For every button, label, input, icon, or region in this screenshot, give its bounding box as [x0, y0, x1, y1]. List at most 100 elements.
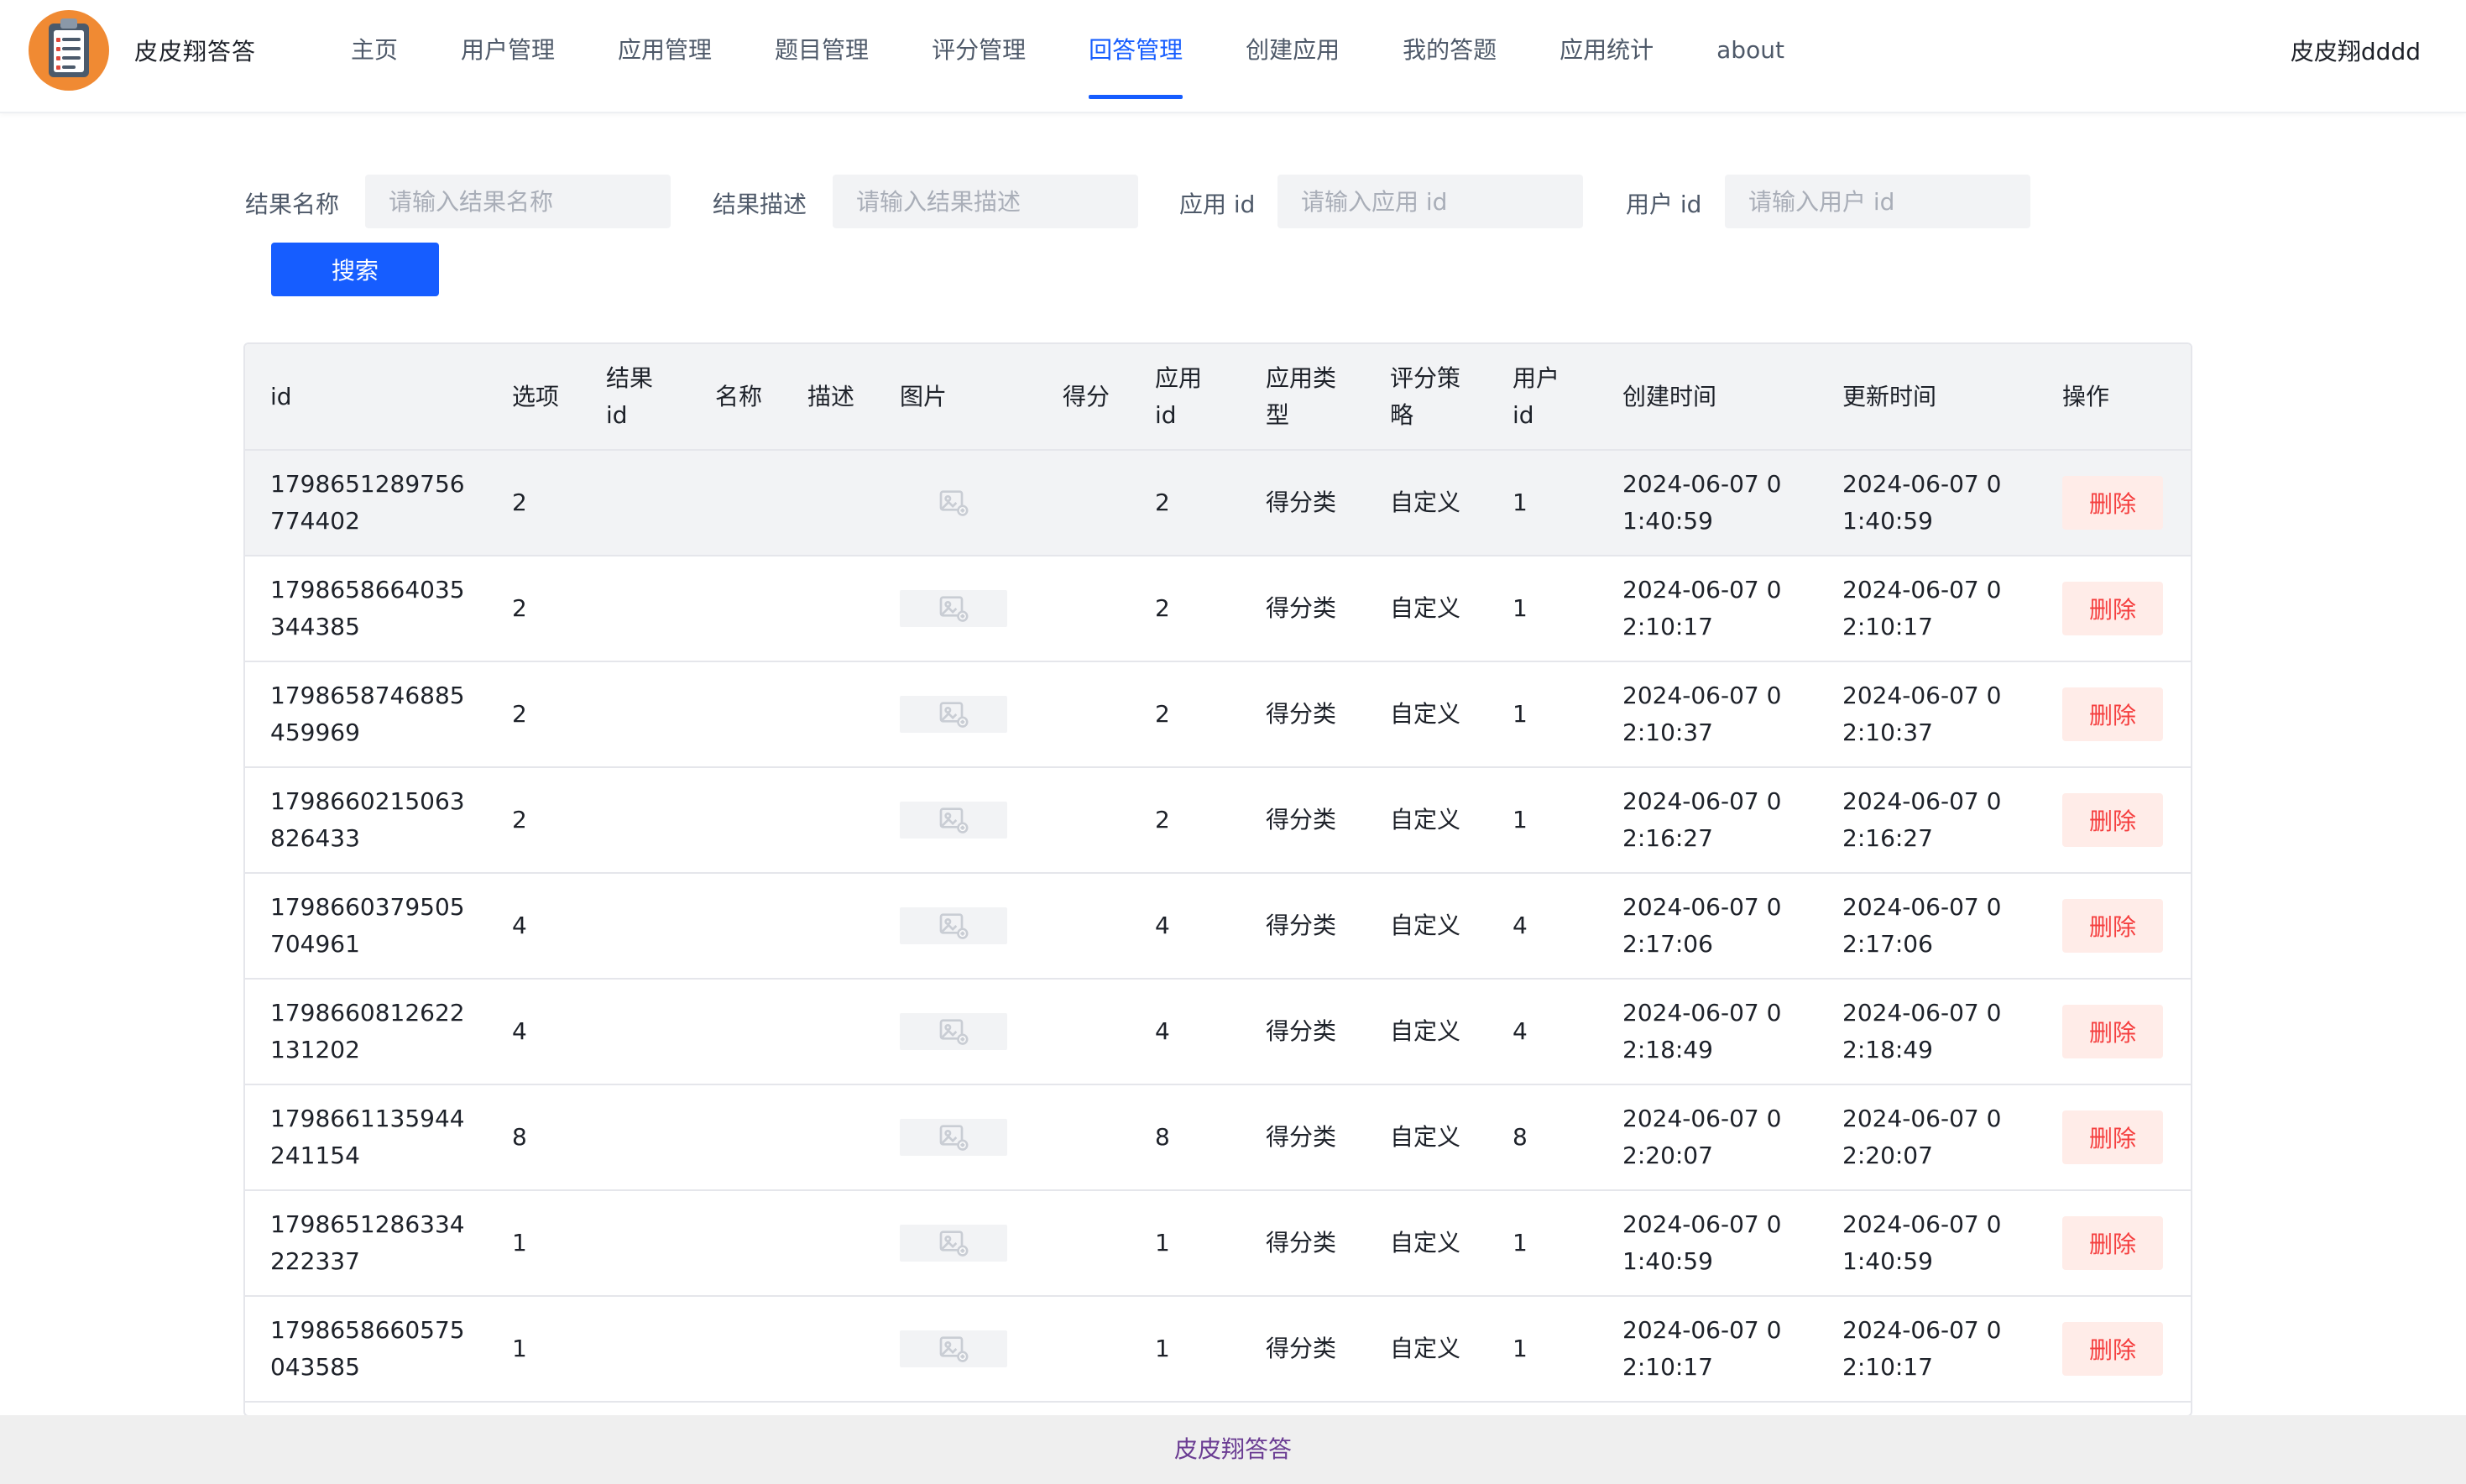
delete-button[interactable]: 删除: [2062, 899, 2163, 953]
top-header: 皮皮翔答答 主页 用户管理 应用管理 题目管理 评分管理 回答管理 创建应用 我的答题 应用统计…: [0, 0, 2466, 113]
cell-choice: 2: [487, 450, 581, 556]
nav-item-9[interactable]: about: [1701, 0, 1800, 101]
nav-item-2[interactable]: 应用管理: [603, 0, 727, 101]
cell-image: [875, 1296, 1037, 1403]
nav-item-5[interactable]: 回答管理: [1074, 0, 1198, 101]
cell-updated: 2024-06-07 01:40:59: [1817, 450, 2037, 556]
cell-created: 2024-06-07 01:40:59: [1597, 1190, 1817, 1297]
cell-result-id: [581, 1296, 690, 1403]
cell-actions: 删除: [2037, 556, 2191, 662]
cell-app-id: 1: [1130, 1296, 1241, 1403]
cell-score: [1037, 1084, 1130, 1191]
nav-item-0[interactable]: 主页: [336, 0, 413, 101]
cell-image: [875, 873, 1037, 980]
search-label-1: 结果描述: [713, 191, 807, 218]
cell-user-id: 4: [1487, 979, 1597, 1085]
cell-app-type: 得分类: [1241, 1084, 1365, 1191]
cell-created: 2024-06-07 02:20:07: [1597, 1084, 1817, 1191]
delete-button[interactable]: 删除: [2062, 1322, 2163, 1376]
column-header: 应用 id: [1130, 344, 1241, 451]
cell-updated: 2024-06-07 02:10:17: [1817, 556, 2037, 662]
app-logo-icon[interactable]: [29, 10, 109, 91]
nav-item-8[interactable]: 应用统计: [1544, 0, 1669, 101]
column-header: 应用类型: [1241, 344, 1365, 451]
cell-actions: 删除: [2037, 1296, 2191, 1403]
cell-score: [1037, 767, 1130, 874]
column-header: 描述: [782, 344, 875, 451]
delete-button[interactable]: 删除: [2062, 476, 2163, 530]
delete-button[interactable]: 删除: [2062, 687, 2163, 741]
cell-image: [875, 1084, 1037, 1191]
table-row: 1798658746885459969 2 2 得分类 自定义 1 2024-06-07 0…: [245, 661, 2191, 768]
nav-item-1[interactable]: 用户管理: [446, 0, 570, 101]
page-footer: 皮皮翔答答: [0, 1415, 2466, 1484]
cell-created: 2024-06-07 02:10:17: [1597, 556, 1817, 662]
delete-button[interactable]: 删除: [2062, 1005, 2163, 1058]
cell-user-id: 1: [1487, 661, 1597, 768]
cell-user-id: 1: [1487, 450, 1597, 556]
cell-name: [690, 767, 782, 874]
cell-app-id: 2: [1130, 556, 1241, 662]
nav-item-6[interactable]: 创建应用: [1230, 0, 1355, 101]
delete-button[interactable]: 删除: [2062, 582, 2163, 635]
column-header: 结果 id: [581, 344, 690, 451]
cell-choice: 2: [487, 556, 581, 662]
cell-result-id: [581, 1190, 690, 1297]
cell-result-id: [581, 556, 690, 662]
cell-id: 1798651289756774402: [245, 450, 487, 556]
cell-app-id: 4: [1130, 873, 1241, 980]
delete-button[interactable]: 删除: [2062, 1216, 2163, 1270]
search-input-2[interactable]: [1277, 175, 1583, 228]
cell-strategy: 自定义: [1365, 450, 1487, 556]
delete-button[interactable]: 删除: [2062, 1110, 2163, 1164]
app-title[interactable]: 皮皮翔答答: [134, 34, 256, 67]
table-row: 1798651289756774402 2 2 得分类 自定义 1 2024-06-07 0…: [245, 450, 2191, 556]
delete-button[interactable]: 删除: [2062, 793, 2163, 847]
cell-app-id: 4: [1130, 979, 1241, 1085]
column-header: 名称: [690, 344, 782, 451]
column-header: 得分: [1037, 344, 1130, 451]
cell-score: [1037, 979, 1130, 1085]
nav-item-3[interactable]: 题目管理: [760, 0, 884, 101]
cell-score: [1037, 1190, 1130, 1297]
cell-choice: 1: [487, 1190, 581, 1297]
cell-created: 2024-06-07 02:10:37: [1597, 661, 1817, 768]
image-placeholder-icon: [900, 1119, 1007, 1156]
cell-result-id: [581, 873, 690, 980]
user-name[interactable]: 皮皮翔dddd: [2291, 34, 2421, 67]
cell-updated: 2024-06-07 02:16:27: [1817, 767, 2037, 874]
search-label-0: 结果名称: [245, 191, 340, 218]
nav-item-4[interactable]: 评分管理: [917, 0, 1041, 101]
cell-choice: 2: [487, 767, 581, 874]
nav-item-7[interactable]: 我的答题: [1387, 0, 1512, 101]
search-input-0[interactable]: [365, 175, 671, 228]
column-header: 选项: [487, 344, 581, 451]
cell-actions: 删除: [2037, 450, 2191, 556]
table-row: 1798660379505704961 4 4 得分类 自定义 4 2024-06-07 0…: [245, 873, 2191, 980]
search-button[interactable]: 搜索: [271, 243, 439, 296]
cell-created: 2024-06-07 02:17:06: [1597, 873, 1817, 980]
table-row: 1798651286334222337 1 1 得分类 自定义 1 2024-06-07 0…: [245, 1190, 2191, 1297]
cell-choice: 4: [487, 873, 581, 980]
cell-strategy: 自定义: [1365, 1084, 1487, 1191]
cell-score: [1037, 556, 1130, 662]
cell-score: [1037, 873, 1130, 980]
table-row: 1798660215063826433 2 2 得分类 自定义 1 2024-06-07 0…: [245, 767, 2191, 874]
cell-actions: 删除: [2037, 873, 2191, 980]
column-header: 创建时间: [1597, 344, 1817, 451]
search-input-3[interactable]: [1725, 175, 2030, 228]
cell-updated: 2024-06-07 01:40:59: [1817, 1190, 2037, 1297]
table-row: 1798658660575043585 1 1 得分类 自定义 1 2024-06-07 0…: [245, 1296, 2191, 1403]
cell-user-id: 8: [1487, 1084, 1597, 1191]
cell-name: [690, 450, 782, 556]
cell-app-type: 得分类: [1241, 450, 1365, 556]
cell-choice: 8: [487, 1084, 581, 1191]
cell-desc: [782, 1084, 875, 1191]
cell-id: 1798661135944241154: [245, 1084, 487, 1191]
cell-name: [690, 1190, 782, 1297]
cell-result-id: [581, 767, 690, 874]
cell-app-type: 得分类: [1241, 979, 1365, 1085]
cell-desc: [782, 556, 875, 662]
search-input-1[interactable]: [833, 175, 1138, 228]
cell-app-type: 得分类: [1241, 767, 1365, 874]
